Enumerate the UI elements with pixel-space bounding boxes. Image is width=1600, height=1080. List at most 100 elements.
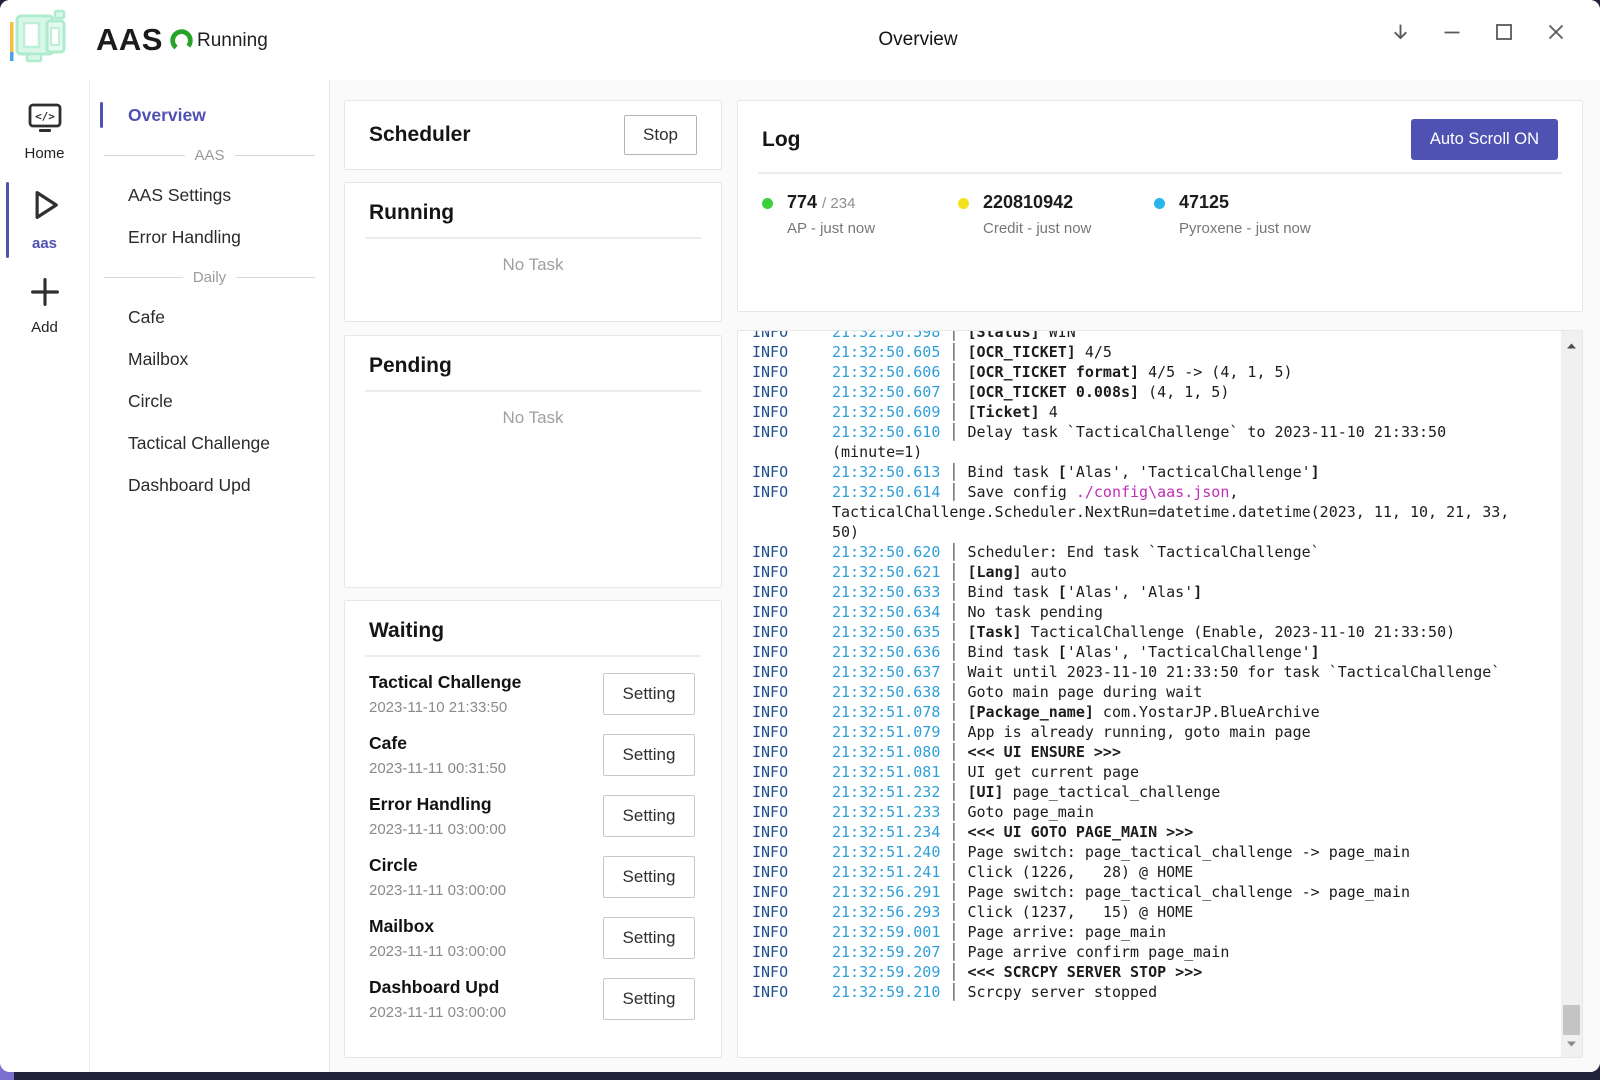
task-setting-button[interactable]: Setting (603, 673, 695, 715)
log-scrollbar[interactable] (1561, 331, 1582, 1057)
rail-item-aas[interactable]: aas (0, 176, 89, 262)
maximize-button[interactable] (1478, 9, 1530, 55)
task-setting-button[interactable]: Setting (603, 856, 695, 898)
log-message: 21:32:50.605 │ [OCR_TICKET] 4/5 (832, 342, 1512, 362)
log-message: 21:32:51.241 │ Click (1226, 28) @ HOME (832, 862, 1512, 882)
log-timestamp: 21:32:59.207 (832, 943, 940, 961)
log-segment: No task pending (967, 603, 1102, 621)
minimize-button[interactable] (1426, 9, 1478, 55)
download-icon (1390, 22, 1411, 43)
log-segment: Bind task (967, 643, 1057, 661)
log-line: INFO21:32:51.078 │ [Package_name] com.Yo… (752, 702, 1582, 722)
task-info: Circle 2023-11-11 03:00:00 (369, 855, 506, 899)
log-segment: Click (1237, 15) @ HOME (967, 903, 1193, 921)
log-timestamp: 21:32:50.614 (832, 483, 940, 501)
log-line: INFO21:32:59.207 │ Page arrive confirm p… (752, 942, 1582, 962)
log-segment: [OCR_TICKET 0.008s] (967, 383, 1139, 401)
log-segment: Goto main page during wait (967, 683, 1202, 701)
sidebar-section-label: Daily (193, 269, 226, 286)
log-level: INFO (752, 822, 832, 842)
download-button[interactable] (1374, 9, 1426, 55)
sidebar-item-dashboard-upd[interactable]: Dashboard Upd (90, 464, 329, 506)
pending-card: Pending No Task (344, 335, 722, 588)
task-next-run: 2023-11-11 03:00:00 (369, 1004, 506, 1021)
resource-stats: 774/ 234AP - just now220810942Credit - j… (738, 174, 1582, 237)
rail-item-add[interactable]: Add (0, 266, 89, 346)
stat-dot-icon (1154, 198, 1165, 209)
scrollbar-up-arrow[interactable] (1561, 339, 1582, 353)
log-segment: [UI] (967, 783, 1003, 801)
divider (365, 390, 701, 392)
log-separator: │ (940, 330, 967, 341)
task-name: Cafe (369, 733, 506, 754)
log-line: INFO21:32:51.233 │ Goto page_main (752, 802, 1582, 822)
sidebar-item-error-handling[interactable]: Error Handling (90, 216, 329, 258)
sidebar-item-overview[interactable]: Overview (90, 94, 329, 136)
log-separator: │ (940, 803, 967, 821)
app-logo-icon (10, 8, 78, 70)
log-line: INFO21:32:50.609 │ [Ticket] 4 (752, 402, 1582, 422)
log-line: INFO21:32:50.635 │ [Task] TacticalChalle… (752, 622, 1582, 642)
task-setting-button[interactable]: Setting (603, 734, 695, 776)
log-line: INFO21:32:51.232 │ [UI] page_tactical_ch… (752, 782, 1582, 802)
log-message: 21:32:50.620 │ Scheduler: End task `Tact… (832, 542, 1512, 562)
log-timestamp: 21:32:50.605 (832, 343, 940, 361)
log-separator: │ (940, 963, 967, 981)
sidebar-item-tactical-challenge[interactable]: Tactical Challenge (90, 422, 329, 464)
task-setting-button[interactable]: Setting (603, 917, 695, 959)
auto-scroll-button[interactable]: Auto Scroll ON (1411, 119, 1558, 160)
log-separator: │ (940, 883, 967, 901)
sidebar-section-divider: AAS (104, 136, 315, 174)
log-separator: │ (940, 723, 967, 741)
log-line: INFO21:32:59.001 │ Page arrive: page_mai… (752, 922, 1582, 942)
close-icon (1546, 22, 1566, 42)
svg-text:</>: </> (35, 110, 55, 123)
task-setting-button[interactable]: Setting (603, 795, 695, 837)
log-separator: │ (940, 643, 967, 661)
log-segment: [Lang] (967, 563, 1021, 581)
log-timestamp: 21:32:56.291 (832, 883, 940, 901)
log-segment: com.YostarJP.BlueArchive (1094, 703, 1320, 721)
sidebar-item-cafe[interactable]: Cafe (90, 296, 329, 338)
waiting-card: Waiting Tactical Challenge2023-11-10 21:… (344, 600, 722, 1058)
log-segment: [Status] (967, 330, 1039, 341)
log-segment: Goto page_main (967, 803, 1093, 821)
log-segment: Click (1226, 28) @ HOME (967, 863, 1193, 881)
log-level: INFO (752, 582, 832, 602)
log-segment: (4, 1, 5) (1139, 383, 1229, 401)
waiting-task-row: Tactical Challenge2023-11-10 21:33:50Set… (369, 663, 697, 724)
log-level: INFO (752, 382, 832, 402)
log-level: INFO (752, 922, 832, 942)
log-level: INFO (752, 422, 832, 442)
scrollbar-thumb[interactable] (1563, 1005, 1580, 1035)
log-separator: │ (940, 923, 967, 941)
log-level: INFO (752, 542, 832, 562)
log-timestamp: 21:32:50.621 (832, 563, 940, 581)
sidebar-item-mailbox[interactable]: Mailbox (90, 338, 329, 380)
rail-item-home[interactable]: </> Home (0, 94, 89, 172)
log-separator: │ (940, 903, 967, 921)
log-viewer[interactable]: INFO21:32:50.598 │ [Status] WININFO21:32… (737, 330, 1583, 1058)
log-segment: [ (1058, 463, 1067, 481)
log-line: INFO21:32:51.079 │ App is already runnin… (752, 722, 1582, 742)
log-timestamp: 21:32:50.637 (832, 663, 940, 681)
log-message: 21:32:51.232 │ [UI] page_tactical_challe… (832, 782, 1512, 802)
task-setting-button[interactable]: Setting (603, 978, 695, 1020)
log-line: INFO21:32:50.613 │ Bind task ['Alas', 'T… (752, 462, 1582, 482)
task-info: Dashboard Upd2023-11-11 03:00:00 (369, 977, 506, 1021)
log-level: INFO (752, 642, 832, 662)
close-button[interactable] (1530, 9, 1582, 55)
log-segment: [OCR_TICKET] (967, 343, 1075, 361)
sidebar-item-circle[interactable]: Circle (90, 380, 329, 422)
log-line: INFO21:32:50.610 │ Delay task `TacticalC… (752, 422, 1582, 462)
task-next-run: 2023-11-11 03:00:00 (369, 882, 506, 899)
sidebar-item-aas-settings[interactable]: AAS Settings (90, 174, 329, 216)
log-segment: WIN (1040, 330, 1076, 341)
task-name: Error Handling (369, 794, 506, 815)
stop-button[interactable]: Stop (624, 115, 697, 155)
log-line: INFO21:32:50.638 │ Goto main page during… (752, 682, 1582, 702)
task-next-run: 2023-11-11 03:00:00 (369, 943, 506, 960)
task-name: Circle (369, 855, 506, 876)
scrollbar-down-arrow[interactable] (1561, 1037, 1582, 1051)
stat-body: 47125Pyroxene - just now (1179, 192, 1311, 237)
